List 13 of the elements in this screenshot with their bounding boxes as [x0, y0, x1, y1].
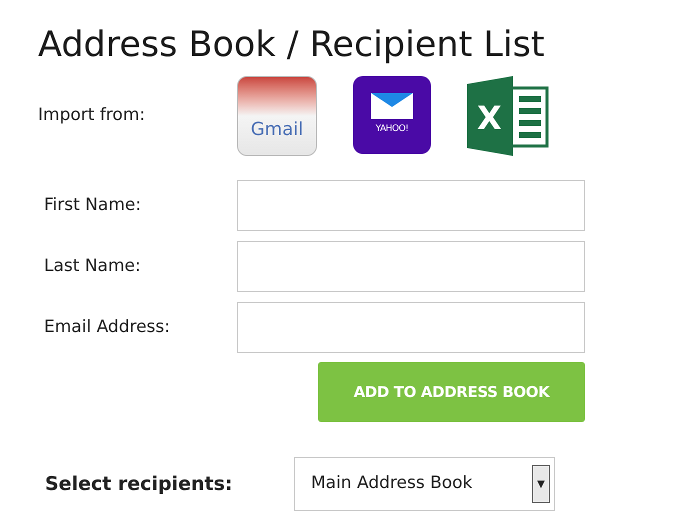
gmail-import-button[interactable]: Gmail	[237, 76, 317, 156]
input-field[interactable]	[237, 302, 585, 353]
import-label: Import from:	[38, 104, 146, 128]
field-label: First Name:	[44, 194, 142, 217]
input-field[interactable]	[237, 180, 585, 231]
field-label: Email Address:	[44, 316, 171, 339]
page-title: Address Book / Recipient List	[38, 24, 546, 67]
field-label: Last Name:	[44, 254, 142, 278]
recipients-dropdown[interactable]: Main Address Book ▼	[294, 457, 555, 511]
select-recipients-label: Select recipients:	[45, 472, 234, 497]
input-field[interactable]	[237, 241, 585, 292]
yahoo-import-button[interactable]: YAHOO!	[353, 76, 431, 154]
envelope-icon	[371, 93, 413, 120]
